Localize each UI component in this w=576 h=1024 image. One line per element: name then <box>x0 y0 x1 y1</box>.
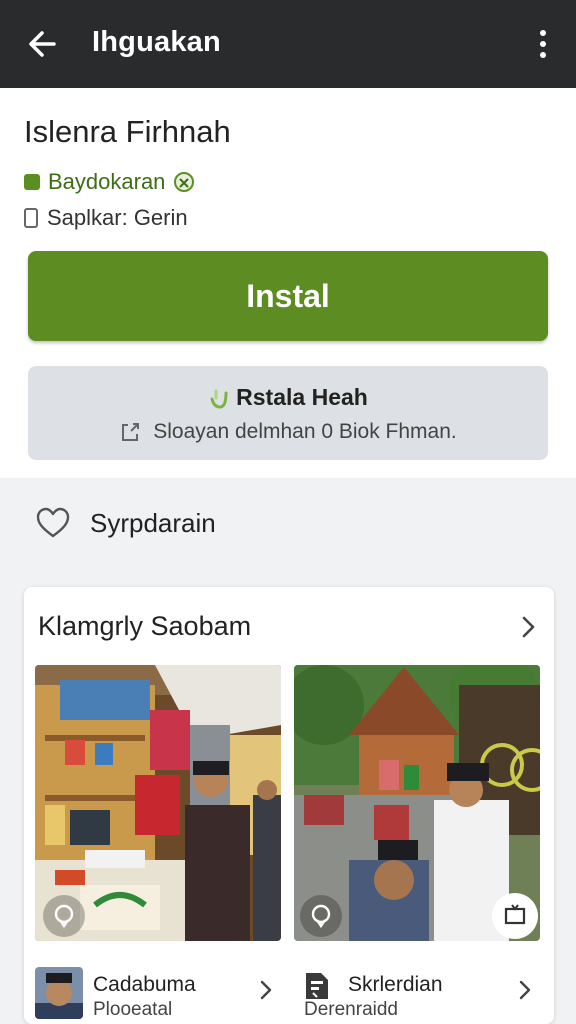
screenshot-thumbnail[interactable] <box>35 665 281 941</box>
size-row: Saplkar: Gerin <box>24 204 188 232</box>
info-box: Rstala Heah Sloayan delmhan 0 Biok Fhman… <box>28 366 548 460</box>
list-item[interactable]: Cadabuma Plooeatal <box>35 963 281 1023</box>
app-bar: Ihguakan <box>0 0 576 88</box>
developer-name: Baydokaran <box>48 169 166 194</box>
play-indicator-icon <box>43 895 85 937</box>
screenshot-thumbnail[interactable] <box>294 665 540 941</box>
verified-icon <box>174 172 195 192</box>
document-icon <box>306 973 328 999</box>
chevron-right-icon[interactable] <box>259 979 273 1001</box>
cast-icon[interactable] <box>492 893 538 939</box>
avatar <box>35 967 83 1019</box>
list-item[interactable]: Skrlerdian Derenraidd <box>294 963 540 1023</box>
page-title: Ihguakan <box>92 26 221 58</box>
phone-icon <box>24 208 38 228</box>
app-name: Islenra Firhnah <box>24 114 231 149</box>
item-subtitle: Plooeatal <box>93 999 173 1020</box>
check-icon <box>210 389 228 409</box>
developer-badge-icon <box>24 174 40 190</box>
play-indicator-icon <box>300 895 342 937</box>
item-title: Skrlerdian <box>348 973 443 996</box>
app-size-text: Saplkar: Gerin <box>47 205 188 230</box>
share-icon <box>122 423 140 441</box>
heart-outline-icon <box>36 507 70 538</box>
chevron-right-icon[interactable] <box>518 613 538 641</box>
more-options-icon[interactable] <box>530 24 554 64</box>
wishlist-label: Syrpdarain <box>90 507 216 538</box>
item-title: Cadabuma <box>93 973 196 996</box>
developer-row[interactable]: Baydokaran <box>24 168 195 196</box>
info-title: Rstala Heah <box>236 384 368 410</box>
back-arrow-icon[interactable] <box>24 24 64 64</box>
gallery-card: Klamgrly Saobam Cadabuma Plooeatal Skrle… <box>24 587 554 1024</box>
info-subtitle: Sloayan delmhan 0 Biok Fhman. <box>153 420 457 443</box>
item-subtitle: Derenraidd <box>304 999 398 1020</box>
gallery-title[interactable]: Klamgrly Saobam <box>38 611 251 642</box>
wishlist-row[interactable]: Syrpdarain <box>36 503 216 543</box>
app-header-card: Islenra Firhnah Baydokaran Saplkar: Geri… <box>0 88 576 478</box>
install-button[interactable]: Instal <box>28 251 548 341</box>
chevron-right-icon[interactable] <box>518 979 532 1001</box>
